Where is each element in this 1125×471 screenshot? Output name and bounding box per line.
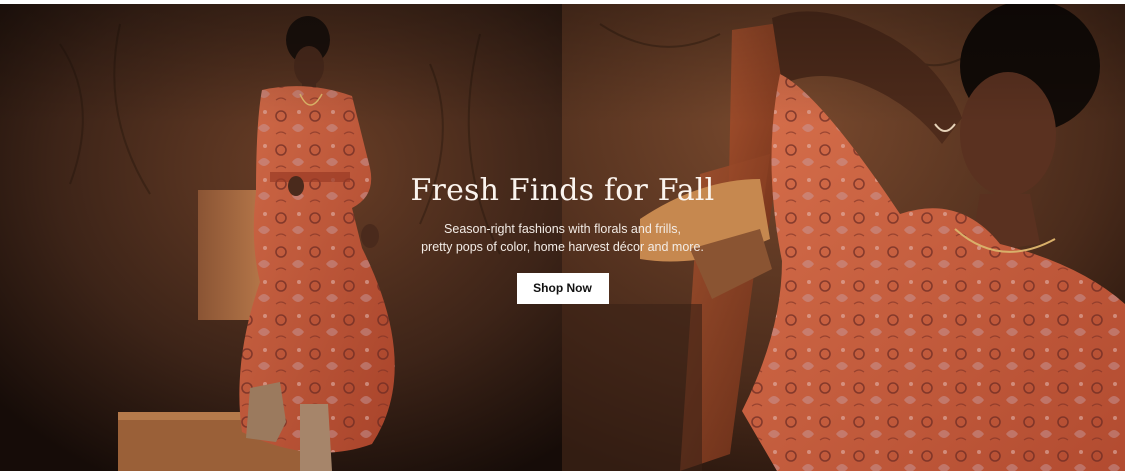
hero-title: Fresh Finds for Fall <box>410 173 715 208</box>
hero-subtitle-line-2: pretty pops of color, home harvest décor… <box>421 240 704 254</box>
shop-now-button[interactable]: Shop Now <box>516 273 609 304</box>
hero-subtitle-line-1: Season-right fashions with florals and f… <box>444 222 681 236</box>
hero-banner[interactable]: Fresh Finds for Fall Season-right fashio… <box>0 4 1125 471</box>
hero-copy: Fresh Finds for Fall Season-right fashio… <box>0 172 1125 304</box>
hero-subtitle: Season-right fashions with florals and f… <box>0 220 1125 256</box>
